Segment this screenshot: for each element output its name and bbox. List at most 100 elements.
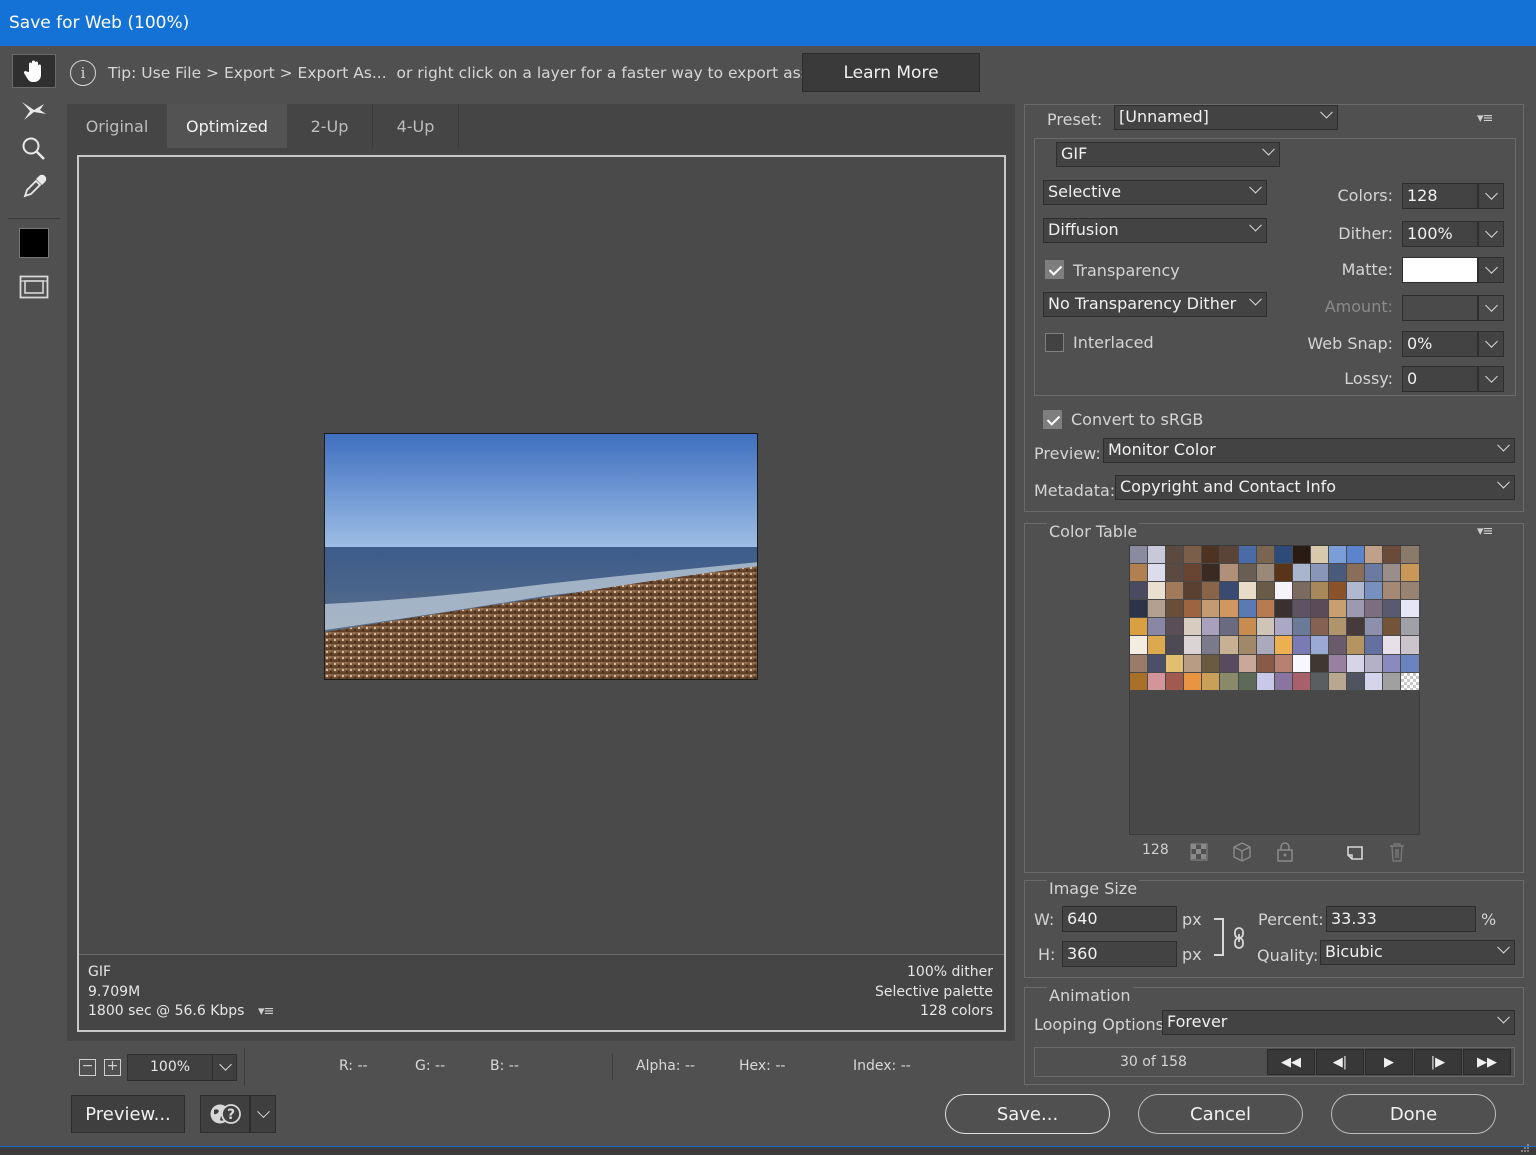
optimize-menu-icon[interactable]: ▾≡ — [1477, 111, 1493, 126]
color-table-menu-icon[interactable]: ▾≡ — [1477, 524, 1493, 539]
convert-srgb-checkbox[interactable] — [1043, 410, 1062, 429]
color-swatch[interactable] — [1256, 564, 1275, 583]
color-swatch[interactable] — [1130, 636, 1149, 655]
preview-image[interactable] — [324, 433, 758, 680]
color-swatch[interactable] — [1365, 672, 1384, 691]
color-swatch[interactable] — [1274, 654, 1293, 673]
dither-field[interactable]: 100% — [1402, 221, 1478, 247]
looping-select[interactable]: Forever — [1162, 1010, 1515, 1035]
transparency-dither-select[interactable]: No Transparency Dither — [1043, 292, 1267, 317]
color-swatch[interactable] — [1130, 564, 1149, 583]
color-swatch[interactable] — [1202, 672, 1221, 691]
color-swatch[interactable] — [1238, 600, 1257, 619]
color-swatch[interactable] — [1202, 636, 1221, 655]
toggle-slices-icon[interactable] — [12, 270, 56, 304]
color-swatch[interactable] — [1184, 564, 1203, 583]
color-swatch[interactable] — [1401, 636, 1420, 655]
width-field[interactable]: 640 — [1062, 906, 1177, 932]
preview-color-select[interactable]: Monitor Color — [1103, 438, 1515, 463]
web-snap-field[interactable]: 0% — [1402, 331, 1478, 357]
hand-tool-icon[interactable] — [12, 54, 56, 88]
color-swatch[interactable] — [1347, 636, 1366, 655]
color-swatch[interactable] — [1256, 600, 1275, 619]
color-swatch[interactable] — [1130, 654, 1149, 673]
color-swatch[interactable] — [1184, 654, 1203, 673]
color-swatch[interactable] — [1220, 618, 1239, 637]
first-frame-icon[interactable]: ◀◀ — [1267, 1049, 1315, 1075]
color-swatch[interactable] — [1166, 564, 1185, 583]
color-swatch[interactable] — [1401, 672, 1420, 691]
color-swatch[interactable] — [1256, 654, 1275, 673]
lock-icon[interactable] — [1276, 842, 1294, 866]
color-swatch[interactable] — [1292, 546, 1311, 565]
color-swatch[interactable] — [1401, 564, 1420, 583]
color-swatch[interactable] — [1184, 582, 1203, 601]
color-swatch[interactable] — [1310, 636, 1330, 655]
color-swatch[interactable] — [1329, 636, 1348, 655]
color-swatch[interactable] — [1365, 654, 1384, 673]
link-icon[interactable] — [1232, 927, 1246, 953]
color-swatch[interactable] — [1383, 636, 1402, 655]
color-swatch[interactable] — [1202, 546, 1221, 565]
eyedropper-tool-icon[interactable] — [12, 170, 56, 204]
dither-algorithm-select[interactable]: Diffusion — [1043, 218, 1267, 243]
color-swatch[interactable] — [1238, 582, 1257, 601]
color-swatch[interactable] — [1365, 564, 1384, 583]
color-swatch[interactable] — [1166, 600, 1185, 619]
color-swatch[interactable] — [1365, 618, 1384, 637]
color-swatch[interactable] — [1347, 672, 1366, 691]
tab-optimized[interactable]: Optimized — [167, 104, 287, 148]
color-swatch[interactable] — [1130, 672, 1149, 691]
color-swatch[interactable] — [1274, 582, 1293, 601]
done-button[interactable]: Done — [1331, 1094, 1496, 1134]
color-swatch[interactable] — [1220, 636, 1239, 655]
color-swatch[interactable] — [1130, 618, 1149, 637]
color-swatch[interactable] — [1310, 600, 1330, 619]
matte-dropdown[interactable] — [1478, 257, 1504, 283]
color-swatch[interactable] — [1202, 600, 1221, 619]
preset-select[interactable]: [Unnamed] — [1114, 105, 1338, 130]
color-swatch[interactable] — [1274, 564, 1293, 583]
web-snap-dropdown[interactable] — [1478, 331, 1504, 357]
color-swatch[interactable] — [1274, 600, 1293, 619]
color-swatch[interactable] — [1238, 618, 1257, 637]
color-swatch[interactable] — [1148, 564, 1167, 583]
slice-select-tool-icon[interactable] — [12, 94, 56, 128]
color-swatch[interactable] — [1166, 618, 1185, 637]
color-swatch[interactable] — [1220, 564, 1239, 583]
colors-field[interactable]: 128 — [1402, 183, 1478, 209]
tab-original[interactable]: Original — [67, 104, 167, 148]
dither-dropdown[interactable] — [1478, 221, 1504, 247]
lossy-dropdown[interactable] — [1478, 366, 1504, 392]
color-table[interactable] — [1129, 545, 1420, 835]
resize-grip-icon[interactable] — [1520, 1139, 1530, 1152]
color-swatch[interactable] — [1383, 654, 1402, 673]
play-icon[interactable]: ▶ — [1365, 1049, 1413, 1075]
color-swatch[interactable] — [1148, 618, 1167, 637]
color-swatch[interactable] — [1401, 582, 1420, 601]
color-swatch[interactable] — [1184, 600, 1203, 619]
color-swatch[interactable] — [1202, 564, 1221, 583]
color-swatch[interactable] — [1329, 564, 1348, 583]
color-swatch[interactable] — [1256, 672, 1275, 691]
color-swatch[interactable] — [1184, 546, 1203, 565]
height-field[interactable]: 360 — [1062, 941, 1177, 967]
color-swatch[interactable] — [1238, 564, 1257, 583]
color-swatch[interactable] — [1148, 636, 1167, 655]
color-swatch[interactable] — [1329, 672, 1348, 691]
color-swatch[interactable] — [1166, 636, 1185, 655]
color-swatch[interactable] — [1347, 618, 1366, 637]
color-swatch[interactable] — [1220, 672, 1239, 691]
color-swatch[interactable] — [1310, 582, 1330, 601]
color-swatch[interactable] — [1292, 600, 1311, 619]
color-swatch[interactable] — [1292, 636, 1311, 655]
color-swatch[interactable] — [1292, 672, 1311, 691]
color-swatch[interactable] — [1365, 636, 1384, 655]
color-swatch[interactable] — [1148, 654, 1167, 673]
zoom-out-icon[interactable]: − — [79, 1059, 96, 1076]
color-swatch[interactable] — [1329, 600, 1348, 619]
percent-field[interactable]: 33.33 — [1326, 906, 1476, 932]
color-swatch[interactable] — [1365, 546, 1384, 565]
color-swatch[interactable] — [1130, 600, 1149, 619]
color-swatch[interactable] — [1329, 546, 1348, 565]
